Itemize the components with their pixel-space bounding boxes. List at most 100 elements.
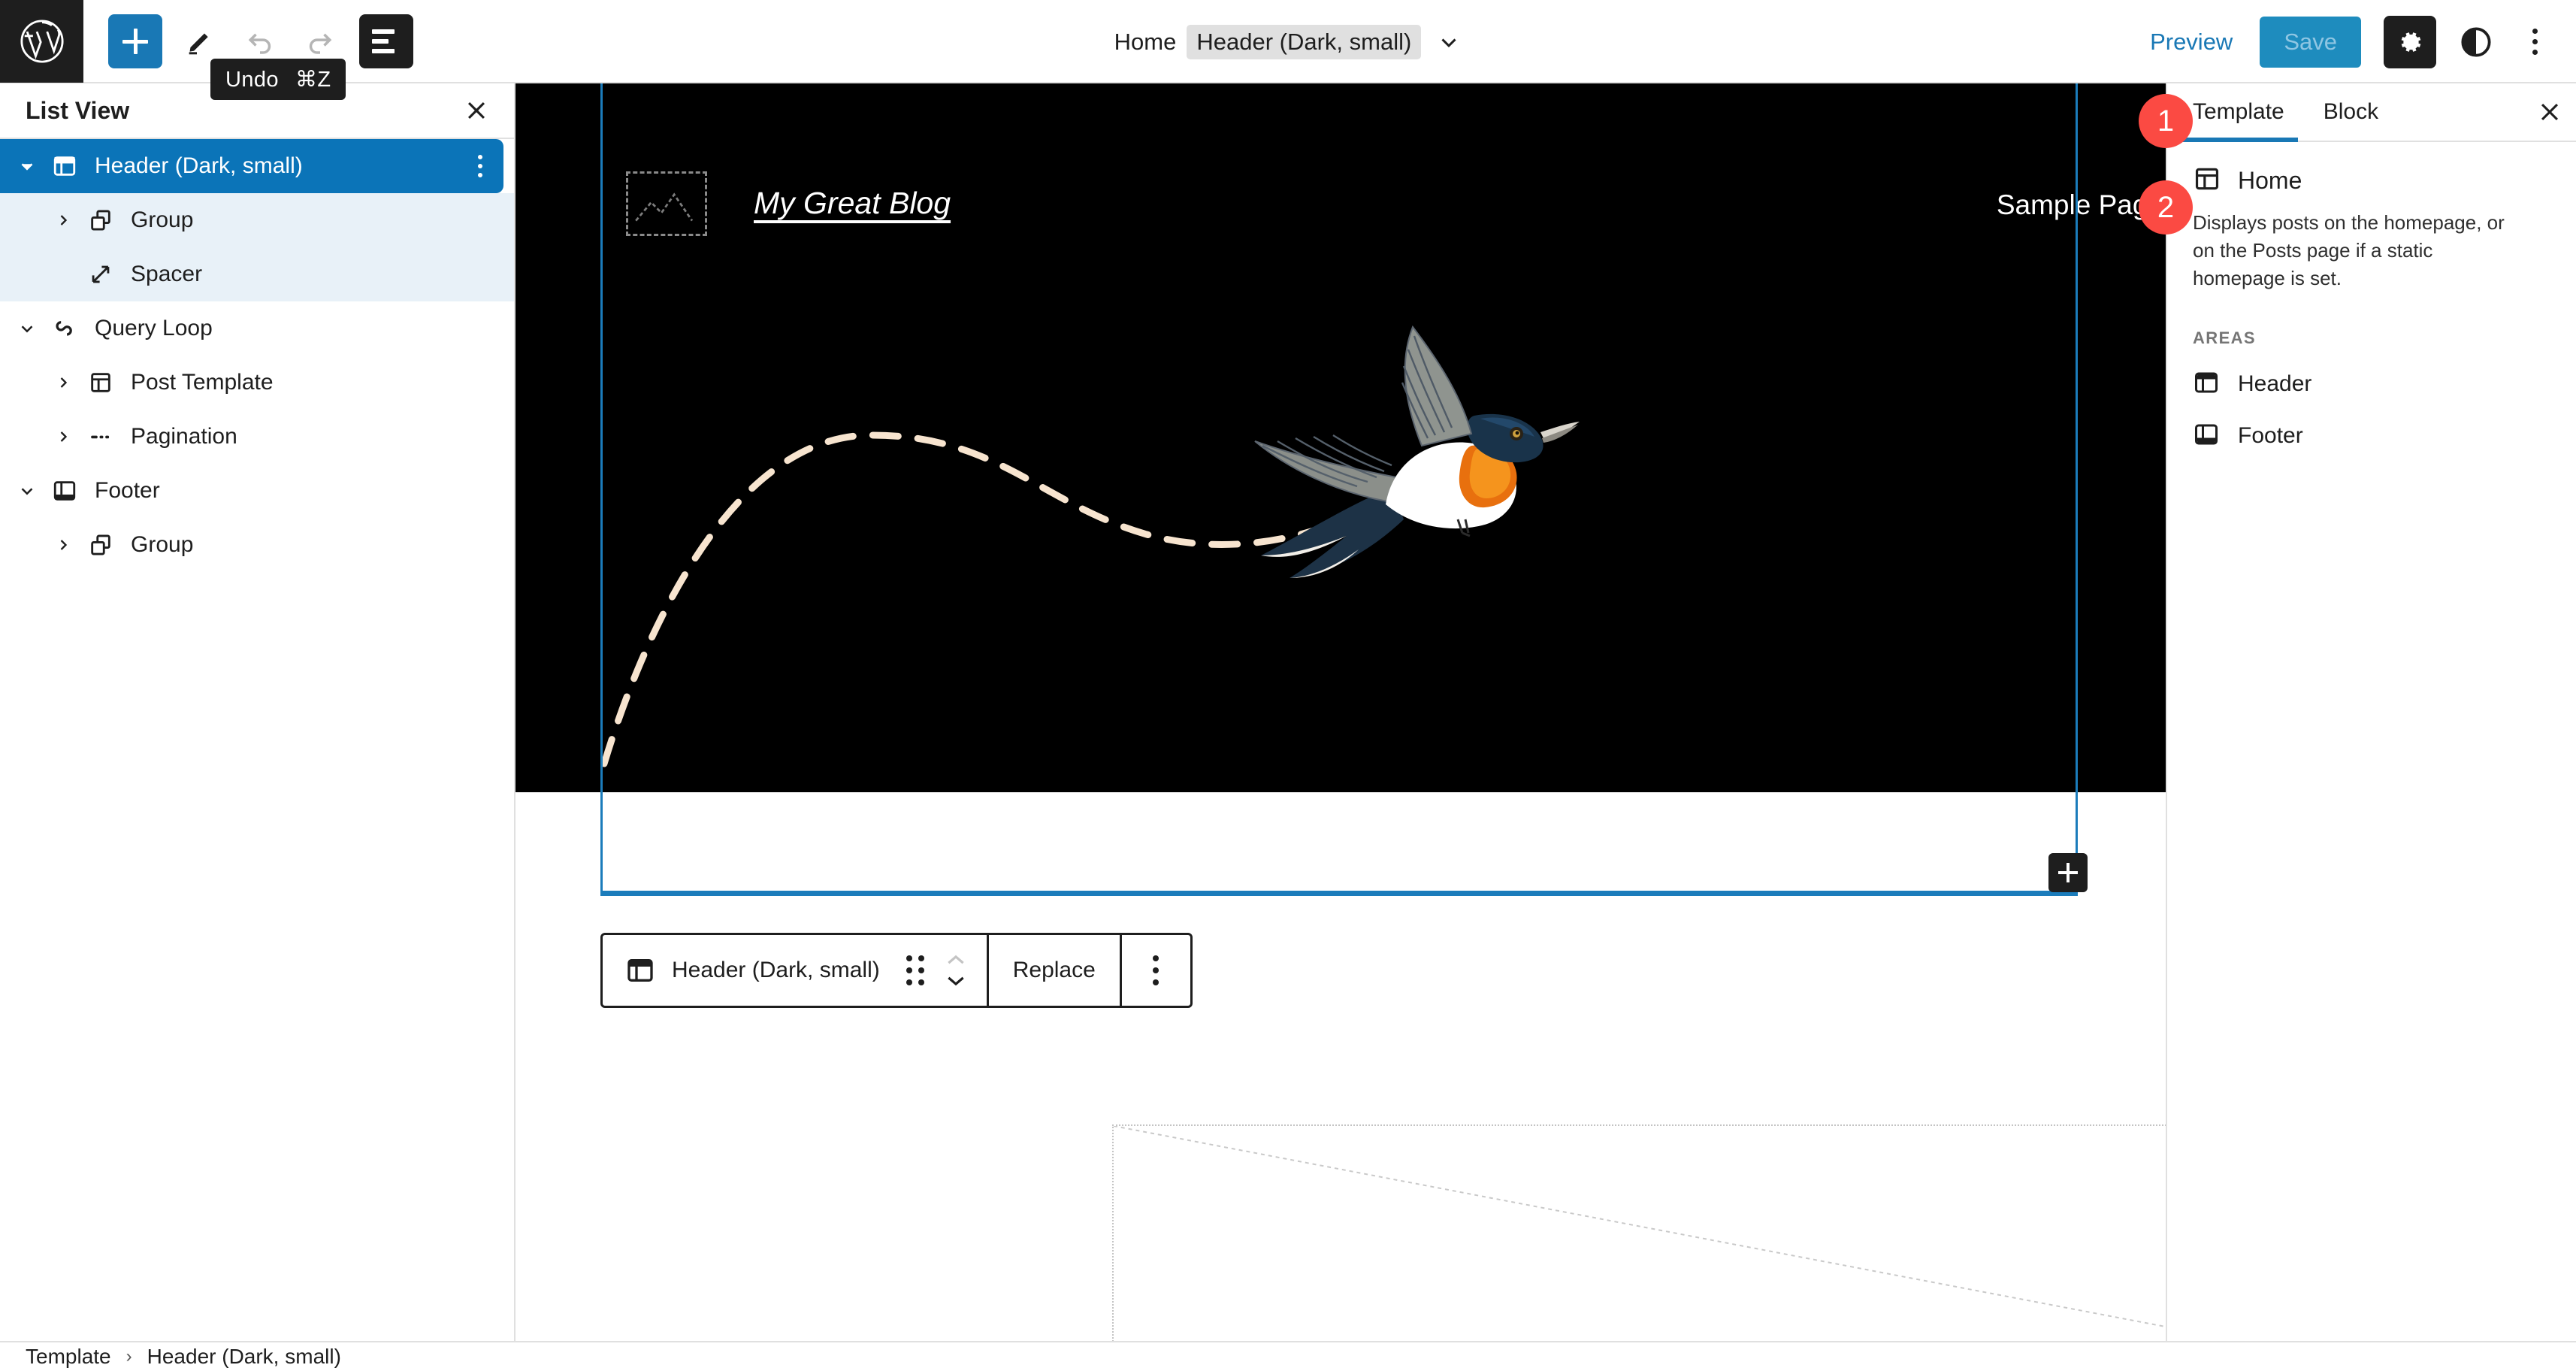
chevron-down-icon[interactable] bbox=[9, 156, 45, 176]
three-dots-vertical-icon bbox=[1153, 955, 1160, 961]
loop-icon bbox=[45, 316, 84, 341]
block-toolbar-main[interactable]: Header (Dark, small) bbox=[603, 935, 987, 1006]
template-part-header-icon bbox=[622, 952, 658, 988]
block-toolbar-label: Header (Dark, small) bbox=[672, 958, 880, 982]
add-block-button[interactable] bbox=[108, 14, 162, 68]
list-item-group[interactable]: Group bbox=[0, 193, 514, 247]
list-view-toggle-button[interactable] bbox=[359, 14, 413, 68]
close-icon bbox=[2541, 103, 2559, 121]
breadcrumb-item-template[interactable]: Template bbox=[26, 1345, 111, 1369]
list-item-label: Group bbox=[131, 532, 194, 557]
header-template-part-preview[interactable]: My Great Blog Sample Page bbox=[516, 83, 2166, 792]
list-view-panel: List View Header (Dark, small) Group Spa… bbox=[0, 83, 516, 1341]
pagination-icon bbox=[81, 424, 120, 449]
block-options-button[interactable] bbox=[1119, 935, 1190, 1006]
group-icon bbox=[81, 532, 120, 558]
close-icon bbox=[467, 101, 485, 120]
breadcrumb-item-header[interactable]: Header (Dark, small) bbox=[147, 1345, 341, 1369]
tab-block[interactable]: Block bbox=[2304, 83, 2398, 141]
drag-handle-icon[interactable] bbox=[899, 948, 933, 993]
three-dots-vertical-icon bbox=[2532, 29, 2538, 34]
swallow-bird-illustration bbox=[1254, 325, 1580, 578]
chevron-right-icon[interactable] bbox=[45, 428, 81, 446]
chevron-down-icon[interactable] bbox=[9, 481, 45, 501]
list-item-label: Query Loop bbox=[95, 316, 213, 340]
list-view-title: List View bbox=[26, 96, 130, 124]
sidebar-close-button[interactable] bbox=[2523, 83, 2576, 141]
list-item-label: Footer bbox=[95, 478, 160, 503]
flight-path-curve bbox=[600, 431, 1406, 767]
list-item-label: Pagination bbox=[131, 424, 237, 449]
list-item-header-dark-small[interactable]: Header (Dark, small) bbox=[0, 139, 503, 193]
undo-arrow-icon bbox=[248, 33, 271, 54]
list-item-options-button[interactable] bbox=[478, 155, 482, 177]
preview-button[interactable]: Preview bbox=[2150, 29, 2233, 56]
post-template-icon bbox=[81, 370, 120, 395]
settings-button[interactable] bbox=[2384, 15, 2436, 68]
chevron-down-icon[interactable] bbox=[1436, 29, 1462, 55]
area-footer-icon bbox=[2193, 421, 2220, 452]
settings-sidebar: Template Block Home Displays posts on th… bbox=[2166, 83, 2576, 1341]
template-summary-row: Home bbox=[2193, 165, 2550, 197]
block-appender-button[interactable] bbox=[2048, 853, 2088, 892]
chevron-right-icon[interactable] bbox=[45, 211, 81, 229]
contrast-half-circle-icon bbox=[2461, 26, 2491, 57]
undo-tooltip: Undo ⌘Z bbox=[210, 59, 346, 100]
breadcrumb-separator: › bbox=[125, 1346, 132, 1366]
tab-template[interactable]: Template bbox=[2173, 83, 2304, 142]
redo-arrow-icon bbox=[309, 33, 332, 54]
template-part-header-icon bbox=[45, 153, 84, 179]
block-movers[interactable] bbox=[933, 952, 979, 989]
list-item-label: Post Template bbox=[131, 370, 274, 395]
area-label: Footer bbox=[2238, 423, 2303, 449]
chevron-down-icon[interactable] bbox=[9, 319, 45, 338]
area-item-footer[interactable]: Footer bbox=[2193, 421, 2550, 452]
chevron-down-icon[interactable] bbox=[943, 973, 969, 989]
sidebar-tabs: Template Block bbox=[2167, 83, 2576, 142]
list-item-label: Spacer bbox=[131, 262, 203, 286]
list-item-label: Group bbox=[131, 207, 194, 232]
area-label: Header bbox=[2238, 371, 2312, 397]
area-item-header[interactable]: Header bbox=[2193, 369, 2550, 400]
annotation-badge-2: 2 bbox=[2139, 180, 2193, 235]
template-part-footer-icon bbox=[45, 478, 84, 504]
wordpress-logo-icon[interactable] bbox=[0, 0, 83, 83]
template-icon bbox=[2193, 165, 2221, 197]
featured-image-placeholder[interactable] bbox=[1112, 1124, 2166, 1341]
chevron-right-icon[interactable] bbox=[45, 374, 81, 392]
sidebar-body: Home Displays posts on the homepage, or … bbox=[2167, 142, 2576, 452]
list-item-group-footer[interactable]: Group bbox=[0, 518, 514, 572]
list-view-children-band: Group Spacer bbox=[0, 193, 514, 301]
wordpress-site-editor: Home Header (Dark, small) Preview Save U… bbox=[0, 0, 2576, 1371]
list-item-footer[interactable]: Footer bbox=[0, 464, 514, 518]
annotation-badge-1: 1 bbox=[2139, 94, 2193, 148]
chevron-right-icon[interactable] bbox=[45, 536, 81, 554]
editor-canvas[interactable]: My Great Blog Sample Page Header (Dark, … bbox=[516, 83, 2166, 1341]
list-item-pagination[interactable]: Pagination bbox=[0, 410, 514, 464]
spacer-icon bbox=[81, 262, 120, 287]
document-title-chip[interactable]: Header (Dark, small) bbox=[1187, 24, 1422, 59]
list-view-icon bbox=[372, 29, 395, 34]
styles-contrast-button[interactable] bbox=[2453, 19, 2499, 65]
block-toolbar: Header (Dark, small) Replace bbox=[600, 933, 1193, 1008]
undo-tooltip-label: Undo bbox=[225, 68, 279, 92]
undo-tooltip-shortcut: ⌘Z bbox=[295, 68, 331, 92]
save-button[interactable]: Save bbox=[2260, 16, 2361, 68]
editor-top-bar: Home Header (Dark, small) Preview Save U… bbox=[0, 0, 2576, 100]
bird-flight-illustration bbox=[516, 83, 2166, 792]
list-item-spacer[interactable]: Spacer bbox=[0, 247, 514, 301]
selected-block-bottom-border bbox=[600, 891, 2078, 896]
more-options-button[interactable] bbox=[2513, 16, 2556, 68]
chevron-up-icon[interactable] bbox=[943, 952, 969, 968]
list-view-close-button[interactable] bbox=[460, 94, 493, 127]
list-item-post-template[interactable]: Post Template bbox=[0, 356, 514, 410]
block-list-tree: Header (Dark, small) Group Spacer Query … bbox=[0, 139, 514, 572]
top-bar-right-actions: Preview Save bbox=[2150, 0, 2556, 83]
list-item-query-loop[interactable]: Query Loop bbox=[0, 301, 514, 356]
areas-section-label: AREAS bbox=[2193, 328, 2257, 347]
breadcrumb: Template › Header (Dark, small) bbox=[0, 1341, 2576, 1371]
template-title: Home bbox=[2238, 167, 2302, 194]
replace-button[interactable]: Replace bbox=[986, 935, 1120, 1006]
pencil-icon bbox=[189, 33, 208, 54]
document-home-label: Home bbox=[1114, 28, 1177, 55]
